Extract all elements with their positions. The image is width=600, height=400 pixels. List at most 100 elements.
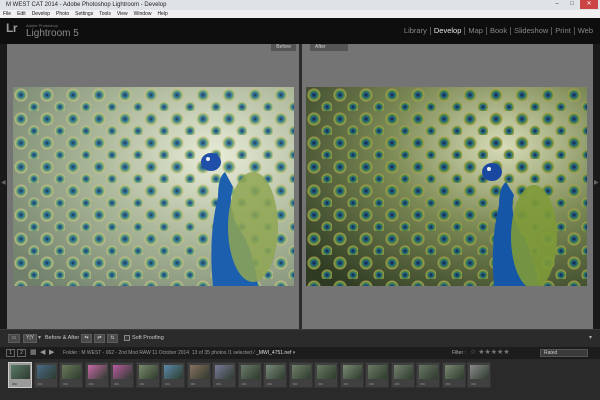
copy-arrow-icon: ⇆ [84, 335, 89, 341]
thumbnail-rating-dots: ••••• [420, 381, 425, 386]
before-photo[interactable] [13, 87, 294, 286]
thumbnail-image [266, 365, 285, 379]
filmstrip-thumbnail[interactable]: ••••• [263, 362, 287, 388]
filmstrip-thumbnail[interactable]: ••••• [314, 362, 338, 388]
grid-view-icon[interactable]: ▦ [30, 348, 37, 358]
thumbnail-image [36, 365, 56, 379]
before-label: Before [271, 44, 296, 51]
menu-develop[interactable]: Develop [32, 10, 50, 18]
filmstrip-thumbnail[interactable]: ••••• [110, 362, 134, 388]
filmstrip-thumbnail[interactable]: ••••• [84, 362, 109, 388]
filmstrip-thumbnail[interactable]: ••••• [365, 362, 389, 388]
thumbnail-rating-dots: ••••• [241, 381, 247, 386]
module-print[interactable]: Print [552, 27, 575, 35]
copy-after-to-before-button[interactable]: ⇄ [94, 334, 105, 343]
thumbnail-rating-dots: ••••• [190, 381, 196, 386]
identity-plate: Lr Adobe Photoshop Lightroom 5 Library D… [0, 18, 600, 44]
filmstrip-thumbnail[interactable]: ••••• [237, 362, 262, 388]
filmstrip-thumbnail[interactable]: ••••• [8, 362, 32, 388]
thumbnail-image [189, 365, 209, 379]
thumbnail-rating-dots: ••••• [165, 381, 170, 386]
mode-dropdown-icon[interactable]: ▾ [38, 334, 41, 341]
filmstrip-thumbnail[interactable]: ••••• [441, 362, 466, 388]
thumbnail-rating-dots: ••••• [471, 381, 476, 386]
forward-icon[interactable]: ▶ [49, 348, 54, 358]
peacock-image-after [306, 87, 587, 286]
lightroom-logo: Lr [6, 21, 18, 35]
menu-file[interactable]: File [3, 10, 11, 18]
menu-help[interactable]: Help [157, 10, 167, 18]
product-name: Lightroom 5 [26, 28, 79, 39]
selected-filename: _MWI_4751.nef [256, 350, 292, 356]
thumbnail-rating-dots: ••••• [88, 381, 94, 386]
filmstrip-thumbnail[interactable]: ••••• [186, 362, 211, 388]
thumbnail-image [113, 365, 132, 379]
menu-edit[interactable]: Edit [17, 10, 26, 18]
swap-before-after-button[interactable]: ⇅ [107, 334, 118, 343]
soft-proofing-checkbox[interactable] [124, 335, 130, 341]
filmstrip-thumbnail[interactable]: ••••• [135, 362, 160, 388]
right-panel-edge[interactable]: ▶ [593, 44, 600, 329]
thumbnail-rating-dots: ••••• [114, 381, 119, 386]
filmstrip-thumbnail[interactable]: ••••• [390, 362, 415, 388]
loupe-view-button[interactable]: ▭ [8, 334, 20, 343]
secondary-window-button[interactable]: 2 [17, 349, 26, 357]
after-pane: After [302, 44, 593, 329]
thumbnail-rating-dots: ••••• [343, 381, 349, 386]
window-title: M WEST CAT 2014 - Adobe Photoshop Lightr… [6, 2, 167, 8]
thumbnail-image [317, 365, 336, 379]
left-panel-edge[interactable]: ◀ [0, 44, 7, 329]
menu-window[interactable]: Window [134, 10, 152, 18]
main-window-button[interactable]: 1 [6, 349, 15, 357]
menu-photo[interactable]: Photo [56, 10, 69, 18]
filmstrip-source[interactable]: Folder : M WEST - 062 - 2nd Mod RAW 11 O… [63, 349, 295, 357]
thumbnail-rating-dots: ••••• [292, 381, 298, 386]
rating-filter-dropdown[interactable]: Rated [540, 349, 588, 357]
filmstrip-header: 1 2 ▦ ◀ ▶ Folder : M WEST - 062 - 2nd Mo… [0, 347, 600, 359]
menu-view[interactable]: View [117, 10, 128, 18]
copy-back-icon: ⇄ [97, 335, 102, 341]
thumbnail-image [240, 365, 260, 379]
module-develop[interactable]: Develop [431, 27, 466, 35]
before-after-mode-button[interactable]: Y|Y [23, 334, 37, 343]
minimize-button[interactable]: – [550, 0, 564, 9]
filmstrip: ••••• ••••• ••••• ••••• ••••• ••••• ••••• •••••… [0, 359, 600, 400]
module-picker: Library Develop Map Book Slideshow Print… [401, 27, 596, 35]
filmstrip-thumbnail[interactable]: ••••• [416, 362, 440, 388]
module-web[interactable]: Web [575, 27, 596, 35]
toolbar-content-menu[interactable]: ▾ [589, 334, 592, 341]
filmstrip-thumbnail[interactable]: ••••• [467, 362, 491, 388]
expand-right-icon[interactable]: ▶ [594, 179, 599, 186]
filmstrip-thumbnail[interactable]: ••••• [288, 362, 313, 388]
thumbnail-image [138, 365, 158, 379]
menu-settings[interactable]: Settings [75, 10, 93, 18]
copy-before-to-after-button[interactable]: ⇆ [81, 334, 92, 343]
thumbnail-image [11, 365, 30, 379]
thumbnail-image [87, 365, 107, 379]
thumbnail-rating-dots: ••••• [369, 381, 374, 386]
module-slideshow[interactable]: Slideshow [511, 27, 553, 35]
module-book[interactable]: Book [487, 27, 512, 35]
filmstrip-thumbnail[interactable]: ••••• [212, 362, 236, 388]
module-map[interactable]: Map [465, 27, 487, 35]
filmstrip-thumbnail[interactable]: ••••• [339, 362, 364, 388]
rating-filter-value: Rated [544, 350, 558, 356]
thumbnail-rating-dots: ••••• [12, 381, 17, 386]
menu-tools[interactable]: Tools [99, 10, 111, 18]
filmstrip-thumbnail[interactable]: ••••• [33, 362, 58, 388]
filename-dropdown-icon[interactable]: ▾ [293, 350, 296, 356]
star-rating-filter[interactable]: ☆ ★★★★★ [470, 348, 510, 358]
peacock-image-before [13, 87, 294, 286]
expand-left-icon[interactable]: ◀ [1, 179, 6, 186]
module-library[interactable]: Library [401, 27, 431, 35]
after-photo[interactable] [306, 87, 587, 286]
thumbnail-rating-dots: ••••• [445, 381, 451, 386]
back-icon[interactable]: ◀ [40, 348, 45, 358]
filmstrip-thumbnail[interactable]: ••••• [59, 362, 83, 388]
window-title-bar: M WEST CAT 2014 - Adobe Photoshop Lightr… [0, 0, 600, 10]
before-after-view: Before After [7, 44, 593, 329]
maximize-button[interactable]: □ [565, 0, 579, 9]
close-button[interactable]: ✕ [580, 0, 598, 9]
filmstrip-thumbnail[interactable]: ••••• [161, 362, 185, 388]
thumbnail-rating-dots: ••••• [37, 381, 43, 386]
